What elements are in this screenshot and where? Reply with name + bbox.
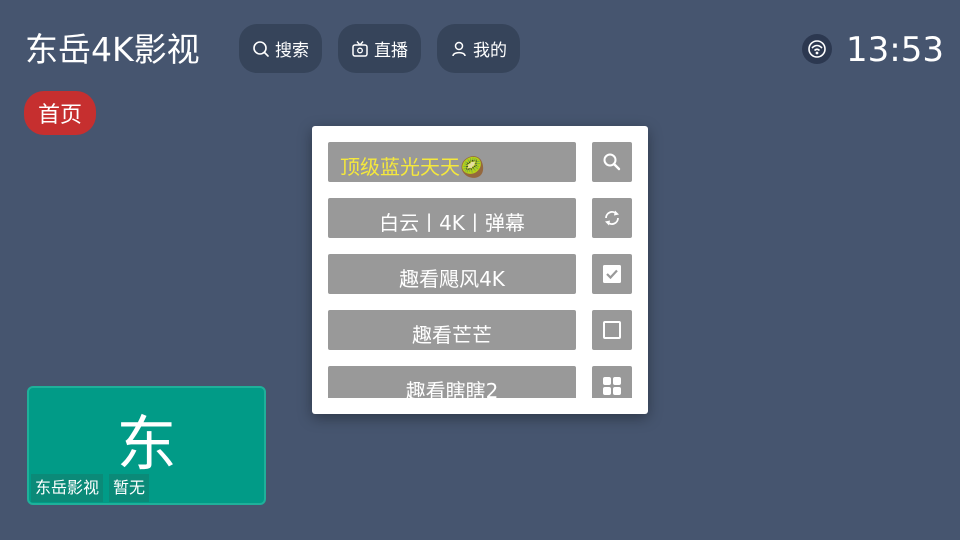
source-search-button[interactable] bbox=[592, 142, 632, 182]
search-button[interactable]: 搜索 bbox=[239, 24, 322, 73]
source-item[interactable]: 白云丨4K丨弹幕 bbox=[328, 198, 576, 238]
source-refresh-button[interactable] bbox=[592, 198, 632, 238]
tab-home[interactable]: 首页 bbox=[24, 91, 96, 135]
card-name: 东岳影视 bbox=[31, 474, 104, 502]
source-item[interactable]: 趣看飓风4K bbox=[328, 254, 576, 294]
source-item-label: 白云丨4K丨弹幕 bbox=[379, 211, 525, 235]
network-status bbox=[802, 34, 832, 64]
search-button-label: 搜索 bbox=[275, 41, 309, 61]
source-list[interactable]: 顶级蓝光天天🥝 白云丨4K丨弹幕 趣看飓风4K 趣看芒芒 趣看瞎瞎2 bbox=[328, 142, 632, 398]
source-grid-button[interactable] bbox=[592, 366, 632, 398]
card-remark: 暂无 bbox=[109, 474, 150, 502]
user-icon bbox=[452, 41, 466, 56]
source-checkbox[interactable] bbox=[592, 254, 632, 294]
video-card[interactable]: 东 东岳影视 暂无 bbox=[27, 386, 266, 505]
app-title: 东岳4K影视 bbox=[25, 30, 200, 69]
source-item[interactable]: 趣看瞎瞎2 bbox=[328, 366, 576, 398]
source-item[interactable]: 趣看芒芒 bbox=[328, 310, 576, 350]
grid-icon bbox=[603, 377, 621, 395]
live-button[interactable]: 直播 bbox=[338, 24, 421, 73]
source-row: 趣看芒芒 bbox=[328, 310, 632, 350]
source-select-dialog: 顶级蓝光天天🥝 白云丨4K丨弹幕 趣看飓风4K 趣看芒芒 趣看瞎瞎2 bbox=[312, 126, 648, 414]
source-item[interactable]: 顶级蓝光天天🥝 bbox=[328, 142, 576, 182]
mine-button-label: 我的 bbox=[473, 41, 507, 61]
source-row: 顶级蓝光天天🥝 bbox=[328, 142, 632, 182]
card-glyph: 东 bbox=[116, 410, 177, 480]
source-item-label: 趣看飓风4K bbox=[399, 267, 505, 291]
source-row: 趣看瞎瞎2 bbox=[328, 366, 632, 398]
source-item-label: 顶级蓝光天天🥝 bbox=[340, 155, 485, 179]
source-row: 白云丨4K丨弹幕 bbox=[328, 198, 632, 238]
mine-button[interactable]: 我的 bbox=[437, 24, 520, 73]
checkbox-checked-icon bbox=[603, 265, 621, 283]
search-icon bbox=[253, 40, 269, 57]
source-checkbox[interactable] bbox=[592, 310, 632, 350]
source-row: 趣看飓风4K bbox=[328, 254, 632, 294]
network-icon bbox=[808, 40, 826, 58]
refresh-icon bbox=[605, 210, 619, 226]
tv-icon bbox=[352, 40, 368, 57]
live-button-label: 直播 bbox=[374, 41, 408, 61]
source-item-label: 趣看芒芒 bbox=[412, 323, 492, 347]
source-item-label: 趣看瞎瞎2 bbox=[405, 379, 499, 398]
checkbox-empty-icon bbox=[603, 321, 621, 339]
search-icon bbox=[603, 153, 621, 171]
clock: 13:53 bbox=[846, 30, 944, 70]
